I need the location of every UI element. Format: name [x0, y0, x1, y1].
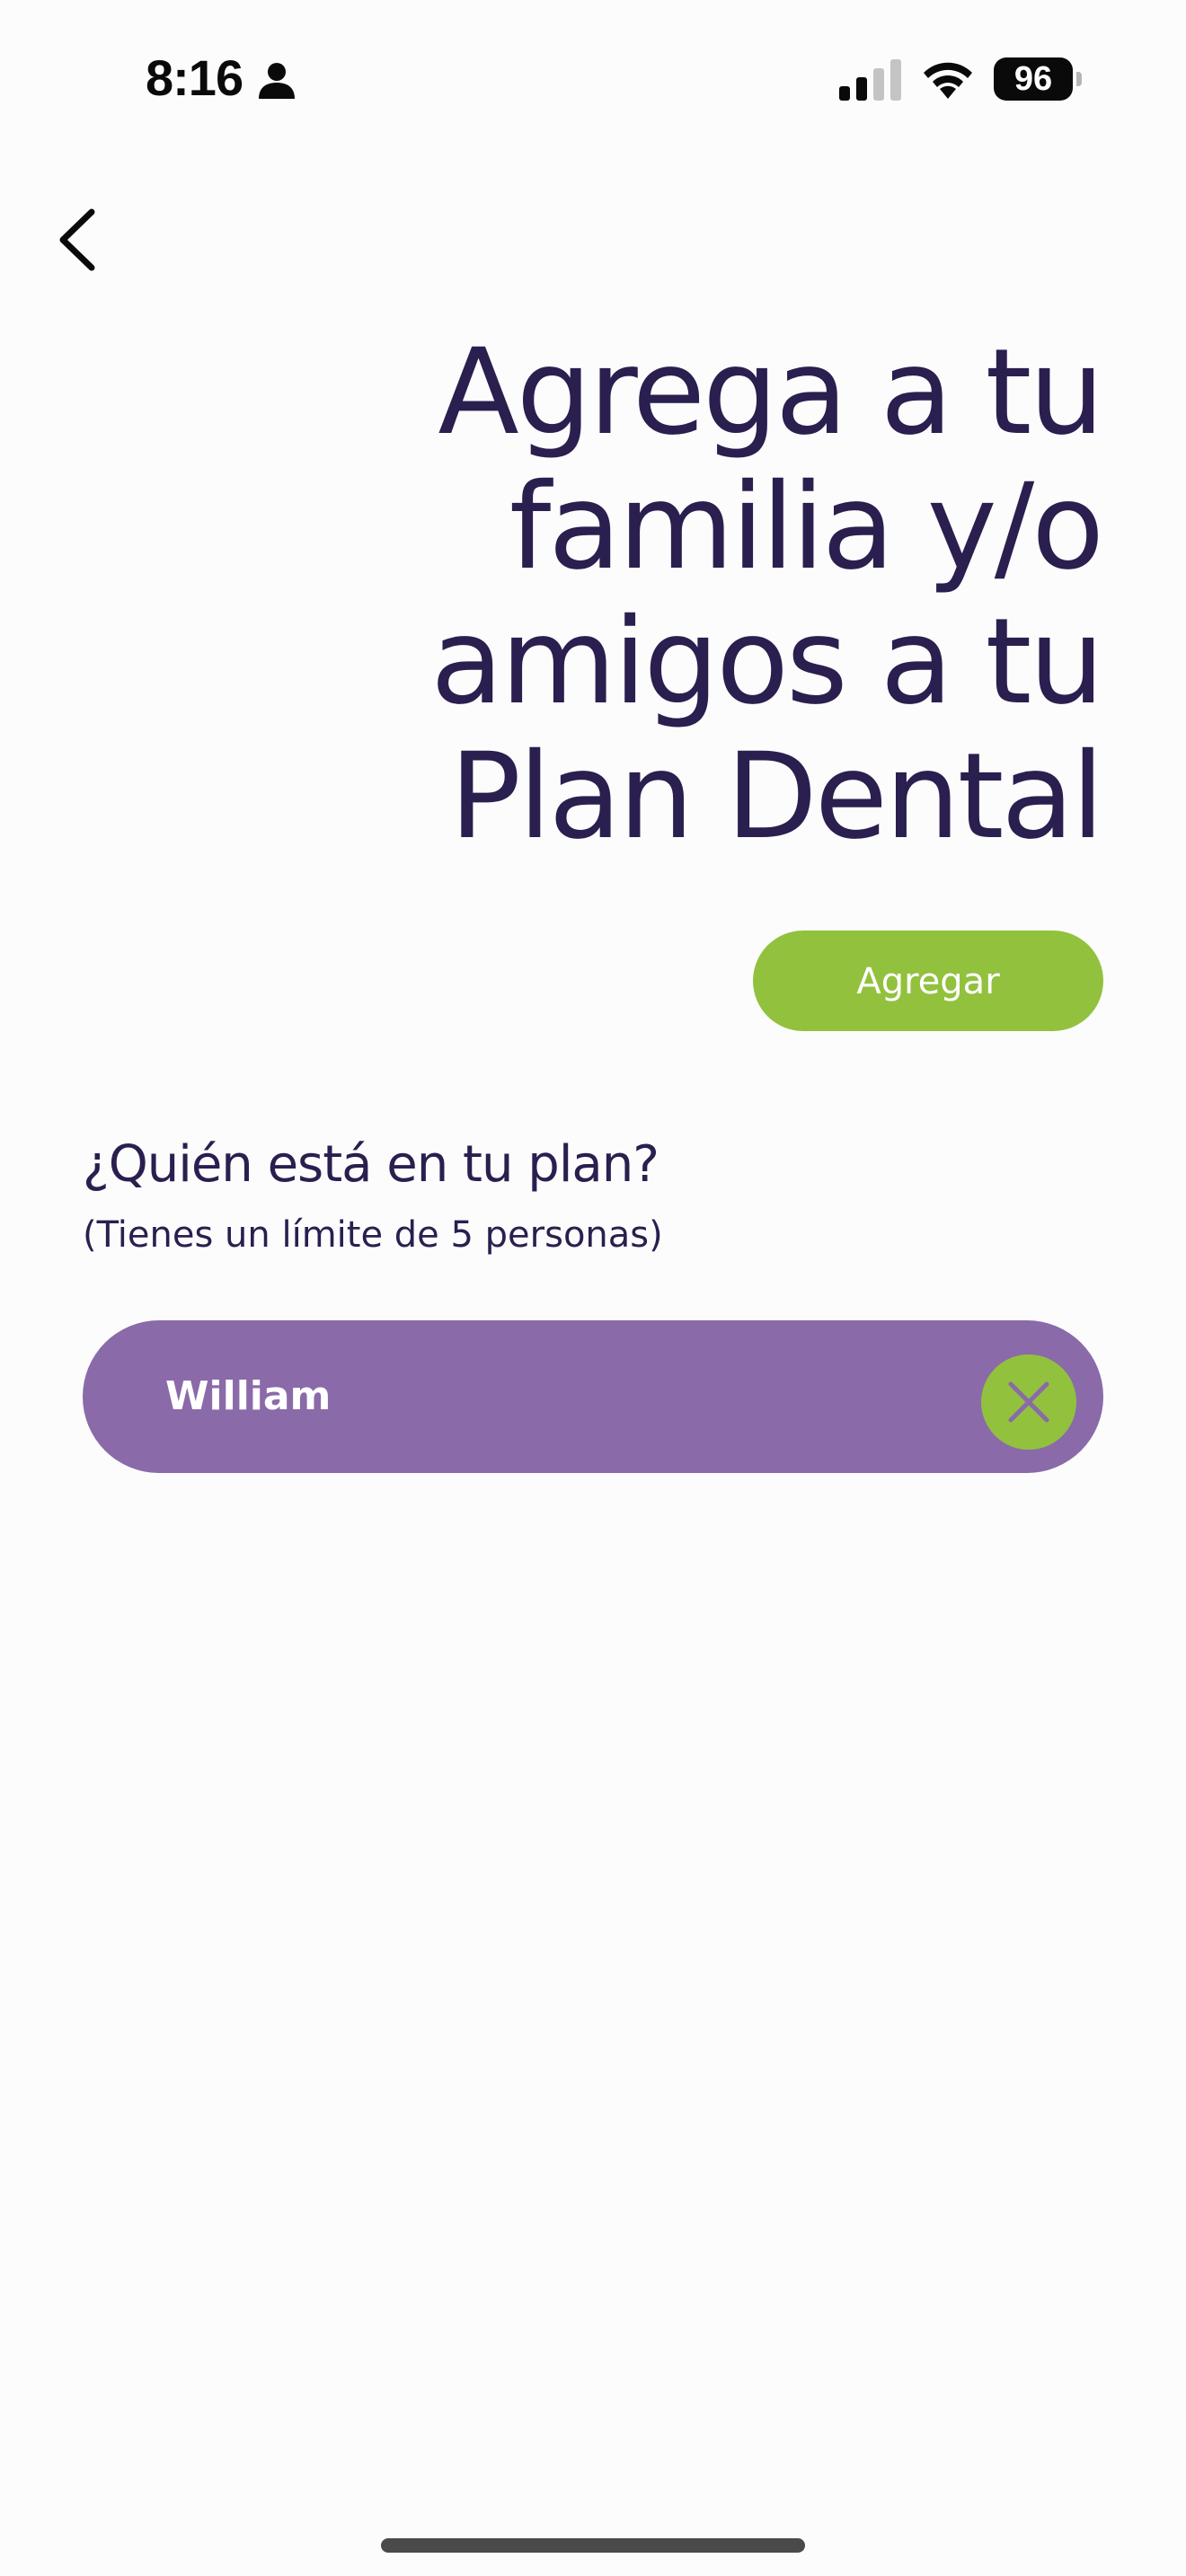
screen: 8:16 96 Agrega a tu familia y/o amigos a…: [0, 0, 1186, 2576]
battery-icon: 96: [994, 57, 1082, 101]
home-indicator[interactable]: [381, 2538, 805, 2553]
battery-level: 96: [994, 57, 1073, 101]
remove-member-button[interactable]: [981, 1354, 1076, 1450]
page-title: Agrega a tu familia y/o amigos a tu Plan…: [430, 323, 1104, 866]
battery-nub: [1076, 72, 1082, 86]
chevron-left-icon[interactable]: [52, 207, 102, 273]
person-icon: [259, 63, 295, 99]
wifi-icon: [924, 62, 972, 99]
close-icon: [1008, 1381, 1049, 1423]
members-limit-note: (Tienes un límite de 5 personas): [83, 1214, 663, 1256]
cellular-signal-icon: [839, 59, 901, 101]
add-button[interactable]: Agregar: [753, 931, 1103, 1031]
member-item: William: [83, 1320, 1103, 1473]
members-heading: ¿Quién está en tu plan?: [83, 1135, 659, 1194]
member-name: William: [165, 1373, 332, 1419]
status-time: 8:16: [146, 49, 243, 106]
